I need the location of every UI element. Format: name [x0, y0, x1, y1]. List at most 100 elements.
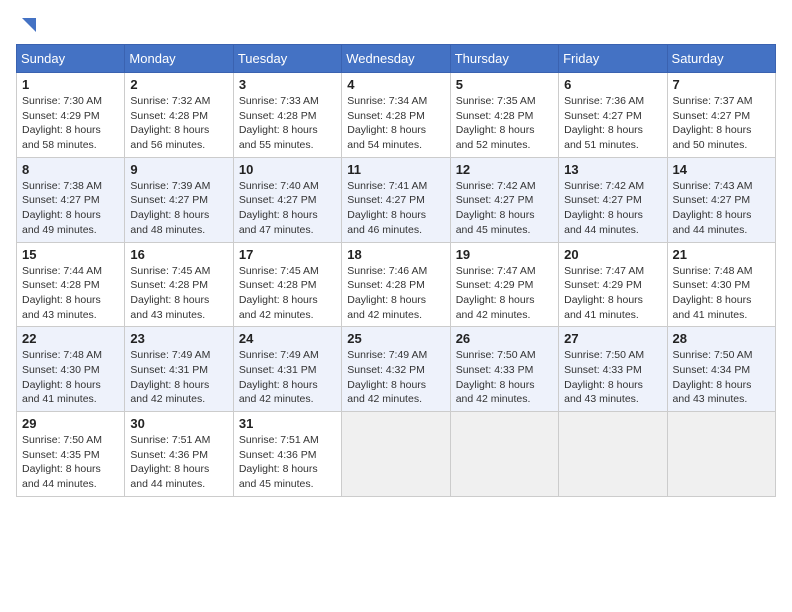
calendar-week-row: 1 Sunrise: 7:30 AMSunset: 4:29 PMDaylight…	[17, 73, 776, 158]
day-number: 18	[347, 247, 444, 262]
day-number: 31	[239, 416, 336, 431]
logo	[16, 16, 40, 34]
calendar-cell: 10 Sunrise: 7:40 AMSunset: 4:27 PMDayligh…	[233, 157, 341, 242]
calendar-cell: 26Sunrise: 7:50 AMSunset: 4:33 PMDayligh…	[450, 327, 558, 412]
day-info: Sunrise: 7:30 AMSunset: 4:29 PMDaylight:…	[22, 94, 119, 153]
day-number: 24	[239, 331, 336, 346]
day-info: Sunrise: 7:47 AMSunset: 4:29 PMDaylight:…	[564, 264, 661, 323]
calendar-cell: 9 Sunrise: 7:39 AMSunset: 4:27 PMDaylight…	[125, 157, 233, 242]
calendar-cell: 27 Sunrise: 7:50 AMSunset: 4:33 PMDayligh…	[559, 327, 667, 412]
day-info: Sunrise: 7:49 AMSunset: 4:31 PMDaylight:…	[130, 348, 227, 407]
calendar-cell: 4 Sunrise: 7:34 AMSunset: 4:28 PMDaylight…	[342, 73, 450, 158]
calendar-cell: 28 Sunrise: 7:50 AMSunset: 4:34 PMDayligh…	[667, 327, 775, 412]
day-info: Sunrise: 7:43 AMSunset: 4:27 PMDaylight:…	[673, 179, 770, 238]
day-number: 1	[22, 77, 119, 92]
calendar-cell: 6 Sunrise: 7:36 AMSunset: 4:27 PMDaylight…	[559, 73, 667, 158]
day-number: 12	[456, 162, 553, 177]
day-info: Sunrise: 7:42 AMSunset: 4:27 PMDaylight:…	[456, 179, 553, 238]
day-info: Sunrise: 7:32 AMSunset: 4:28 PMDaylight:…	[130, 94, 227, 153]
calendar-table: SundayMondayTuesdayWednesdayThursdayFrid…	[16, 44, 776, 497]
day-info: Sunrise: 7:50 AMSunset: 4:33 PMDaylight:…	[564, 348, 661, 407]
day-number: 25	[347, 331, 444, 346]
calendar-cell: 29 Sunrise: 7:50 AMSunset: 4:35 PMDayligh…	[17, 412, 125, 497]
calendar-cell: 21 Sunrise: 7:48 AMSunset: 4:30 PMDayligh…	[667, 242, 775, 327]
calendar-cell: 20 Sunrise: 7:47 AMSunset: 4:29 PMDayligh…	[559, 242, 667, 327]
calendar-week-row: 15Sunrise: 7:44 AMSunset: 4:28 PMDayligh…	[17, 242, 776, 327]
day-number: 8	[22, 162, 119, 177]
calendar-cell	[667, 412, 775, 497]
day-info: Sunrise: 7:40 AMSunset: 4:27 PMDaylight:…	[239, 179, 336, 238]
calendar-cell: 8 Sunrise: 7:38 AMSunset: 4:27 PMDaylight…	[17, 157, 125, 242]
day-number: 2	[130, 77, 227, 92]
calendar-cell: 17Sunrise: 7:45 AMSunset: 4:28 PMDayligh…	[233, 242, 341, 327]
day-info: Sunrise: 7:45 AMSunset: 4:28 PMDaylight:…	[130, 264, 227, 323]
day-number: 27	[564, 331, 661, 346]
day-info: Sunrise: 7:42 AMSunset: 4:27 PMDaylight:…	[564, 179, 661, 238]
day-number: 30	[130, 416, 227, 431]
calendar-cell: 23 Sunrise: 7:49 AMSunset: 4:31 PMDayligh…	[125, 327, 233, 412]
day-number: 20	[564, 247, 661, 262]
day-info: Sunrise: 7:48 AMSunset: 4:30 PMDaylight:…	[22, 348, 119, 407]
calendar-header-monday: Monday	[125, 45, 233, 73]
day-info: Sunrise: 7:34 AMSunset: 4:28 PMDaylight:…	[347, 94, 444, 153]
day-number: 13	[564, 162, 661, 177]
calendar-cell: 11 Sunrise: 7:41 AMSunset: 4:27 PMDayligh…	[342, 157, 450, 242]
day-number: 4	[347, 77, 444, 92]
day-info: Sunrise: 7:50 AMSunset: 4:35 PMDaylight:…	[22, 433, 119, 492]
day-number: 23	[130, 331, 227, 346]
calendar-cell: 19 Sunrise: 7:47 AMSunset: 4:29 PMDayligh…	[450, 242, 558, 327]
day-number: 3	[239, 77, 336, 92]
day-info: Sunrise: 7:36 AMSunset: 4:27 PMDaylight:…	[564, 94, 661, 153]
day-number: 15	[22, 247, 119, 262]
day-number: 29	[22, 416, 119, 431]
day-info: Sunrise: 7:39 AMSunset: 4:27 PMDaylight:…	[130, 179, 227, 238]
day-number: 22	[22, 331, 119, 346]
day-info: Sunrise: 7:35 AMSunset: 4:28 PMDaylight:…	[456, 94, 553, 153]
day-info: Sunrise: 7:46 AMSunset: 4:28 PMDaylight:…	[347, 264, 444, 323]
calendar-cell	[342, 412, 450, 497]
calendar-header-thursday: Thursday	[450, 45, 558, 73]
day-info: Sunrise: 7:38 AMSunset: 4:27 PMDaylight:…	[22, 179, 119, 238]
calendar-week-row: 29 Sunrise: 7:50 AMSunset: 4:35 PMDayligh…	[17, 412, 776, 497]
day-info: Sunrise: 7:50 AMSunset: 4:34 PMDaylight:…	[673, 348, 770, 407]
day-info: Sunrise: 7:33 AMSunset: 4:28 PMDaylight:…	[239, 94, 336, 153]
calendar-header-friday: Friday	[559, 45, 667, 73]
calendar-header-sunday: Sunday	[17, 45, 125, 73]
calendar-header-row: SundayMondayTuesdayWednesdayThursdayFrid…	[17, 45, 776, 73]
day-number: 11	[347, 162, 444, 177]
calendar-cell: 30 Sunrise: 7:51 AMSunset: 4:36 PMDayligh…	[125, 412, 233, 497]
day-info: Sunrise: 7:48 AMSunset: 4:30 PMDaylight:…	[673, 264, 770, 323]
day-info: Sunrise: 7:51 AMSunset: 4:36 PMDaylight:…	[130, 433, 227, 492]
calendar-header-wednesday: Wednesday	[342, 45, 450, 73]
calendar-cell	[450, 412, 558, 497]
day-number: 6	[564, 77, 661, 92]
day-number: 9	[130, 162, 227, 177]
day-number: 28	[673, 331, 770, 346]
calendar-cell: 25Sunrise: 7:49 AMSunset: 4:32 PMDayligh…	[342, 327, 450, 412]
calendar-cell: 24 Sunrise: 7:49 AMSunset: 4:31 PMDayligh…	[233, 327, 341, 412]
calendar-cell	[559, 412, 667, 497]
day-info: Sunrise: 7:41 AMSunset: 4:27 PMDaylight:…	[347, 179, 444, 238]
day-number: 10	[239, 162, 336, 177]
logo-arrow-icon	[18, 14, 40, 36]
calendar-cell: 2 Sunrise: 7:32 AMSunset: 4:28 PMDaylight…	[125, 73, 233, 158]
calendar-cell: 3 Sunrise: 7:33 AMSunset: 4:28 PMDaylight…	[233, 73, 341, 158]
calendar-header-tuesday: Tuesday	[233, 45, 341, 73]
day-number: 14	[673, 162, 770, 177]
day-number: 16	[130, 247, 227, 262]
day-info: Sunrise: 7:51 AMSunset: 4:36 PMDaylight:…	[239, 433, 336, 492]
calendar-cell: 7 Sunrise: 7:37 AMSunset: 4:27 PMDaylight…	[667, 73, 775, 158]
calendar-week-row: 22 Sunrise: 7:48 AMSunset: 4:30 PMDayligh…	[17, 327, 776, 412]
page-header	[16, 16, 776, 34]
day-number: 21	[673, 247, 770, 262]
day-number: 7	[673, 77, 770, 92]
calendar-cell: 1 Sunrise: 7:30 AMSunset: 4:29 PMDaylight…	[17, 73, 125, 158]
day-info: Sunrise: 7:37 AMSunset: 4:27 PMDaylight:…	[673, 94, 770, 153]
calendar-header-saturday: Saturday	[667, 45, 775, 73]
calendar-week-row: 8 Sunrise: 7:38 AMSunset: 4:27 PMDaylight…	[17, 157, 776, 242]
calendar-cell: 5Sunrise: 7:35 AMSunset: 4:28 PMDaylight…	[450, 73, 558, 158]
day-info: Sunrise: 7:47 AMSunset: 4:29 PMDaylight:…	[456, 264, 553, 323]
day-number: 19	[456, 247, 553, 262]
day-info: Sunrise: 7:49 AMSunset: 4:31 PMDaylight:…	[239, 348, 336, 407]
calendar-cell: 12 Sunrise: 7:42 AMSunset: 4:27 PMDayligh…	[450, 157, 558, 242]
